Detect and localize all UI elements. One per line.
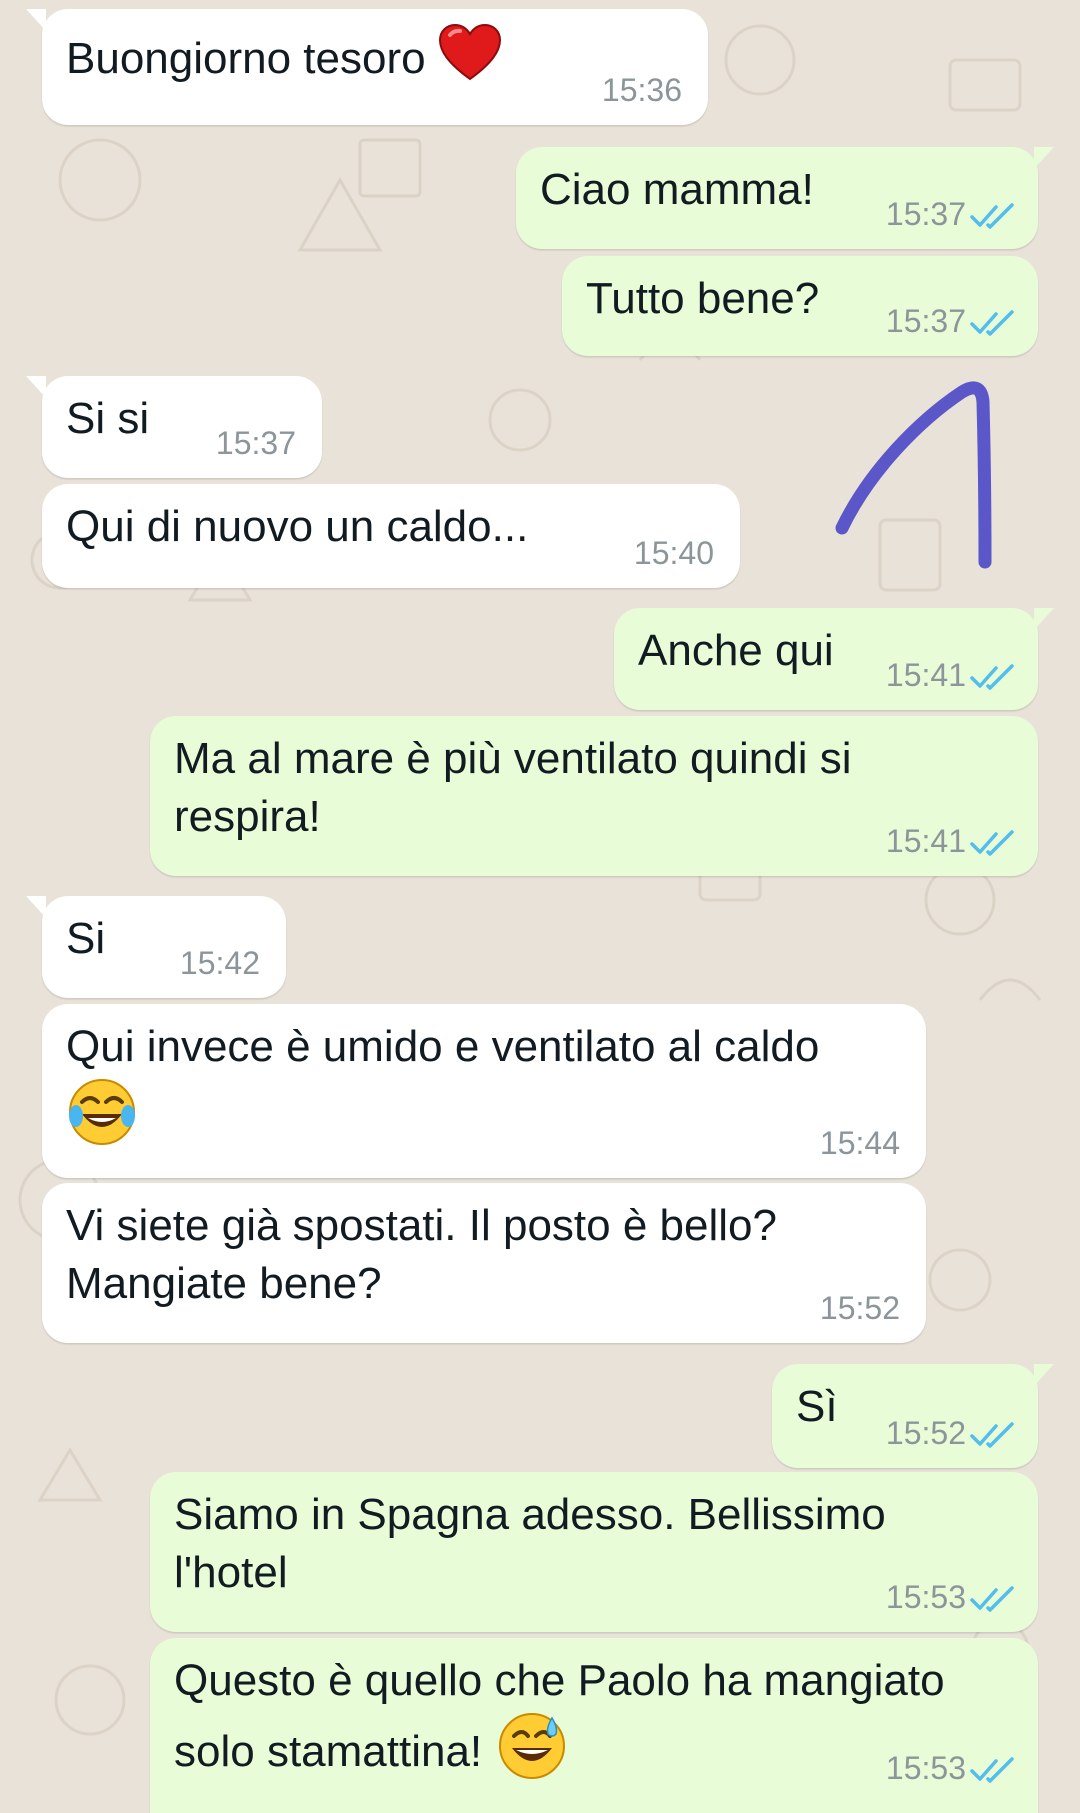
grinning-face-with-sweat-icon [499,1713,566,1779]
chat-message-list[interactable]: Buongiorno tesoro 15:36 Ciao mamma! 15:3… [0,0,1080,1813]
message-time: 15:42 [179,945,260,981]
message-incoming[interactable]: Vi siete già spostati. Il posto è bello?… [42,1183,926,1343]
message-time: 15:40 [633,535,714,571]
message-time: 15:52 [885,1415,966,1451]
message-outgoing[interactable]: Anche qui 15:41 [614,608,1054,710]
message-outgoing[interactable]: Tutto bene? 15:37 [562,256,1038,356]
message-text: Buongiorno tesoro [66,23,502,88]
message-outgoing[interactable]: Ciao mamma! 15:37 [516,147,1054,249]
message-time: 15:41 [885,657,966,693]
read-ticks-icon [970,310,1014,336]
message-outgoing[interactable]: Ma al mare è più ventilato quindi si res… [150,716,1038,876]
message-time: 15:44 [819,1125,900,1161]
message-incoming[interactable]: Qui invece è umido e ventilato al caldo … [42,1004,926,1178]
red-heart-icon [438,23,501,81]
message-time: 15:37 [885,196,966,232]
message-outgoing[interactable]: Questo è quello che Paolo ha mangiato so… [150,1638,1038,1813]
message-time: 15:36 [601,72,682,108]
message-text-content: Buongiorno tesoro [66,34,426,83]
message-text: Si si [66,394,150,443]
message-incoming[interactable]: Buongiorno tesoro 15:36 [26,9,708,125]
message-incoming[interactable]: Si 15:42 [26,896,286,998]
message-text: Ciao mamma! [540,165,814,214]
message-time: 15:53 [885,1750,966,1786]
read-ticks-icon [970,1586,1014,1612]
message-time: 15:53 [885,1579,966,1615]
read-ticks-icon [970,830,1014,856]
message-text: Sì [796,1382,838,1431]
read-ticks-icon [970,1422,1014,1448]
message-time: 15:52 [819,1290,900,1326]
read-ticks-icon [970,203,1014,229]
message-text: Siamo in Spagna adesso. Bellissimo l'hot… [174,1490,886,1597]
message-text: Vi siete già spostati. Il posto è bello?… [66,1201,777,1308]
read-ticks-icon [970,1757,1014,1783]
read-ticks-icon [970,664,1014,690]
message-text: Ma al mare è più ventilato quindi si res… [174,734,852,841]
message-text-content: Qui invece è umido e ventilato al caldo [66,1022,820,1071]
message-text: Qui di nuovo un caldo... [66,502,529,551]
message-outgoing[interactable]: Siamo in Spagna adesso. Bellissimo l'hot… [150,1472,1038,1632]
message-text: Qui invece è umido e ventilato al caldo [66,1018,819,1148]
message-time: 15:37 [885,303,966,339]
message-incoming[interactable]: Qui di nuovo un caldo... 15:40 [42,484,740,588]
message-incoming[interactable]: Si si 15:37 [26,376,322,478]
message-time: 15:41 [885,823,966,859]
message-text: Si [66,914,106,963]
message-text: Questo è quello che Paolo ha mangiato so… [174,1652,945,1782]
message-outgoing[interactable]: Sì 15:52 [772,1364,1054,1468]
message-time: 15:37 [215,425,296,461]
message-text: Anche qui [638,626,834,675]
message-text: Tutto bene? [586,274,820,323]
face-with-tears-of-joy-icon [69,1079,135,1145]
